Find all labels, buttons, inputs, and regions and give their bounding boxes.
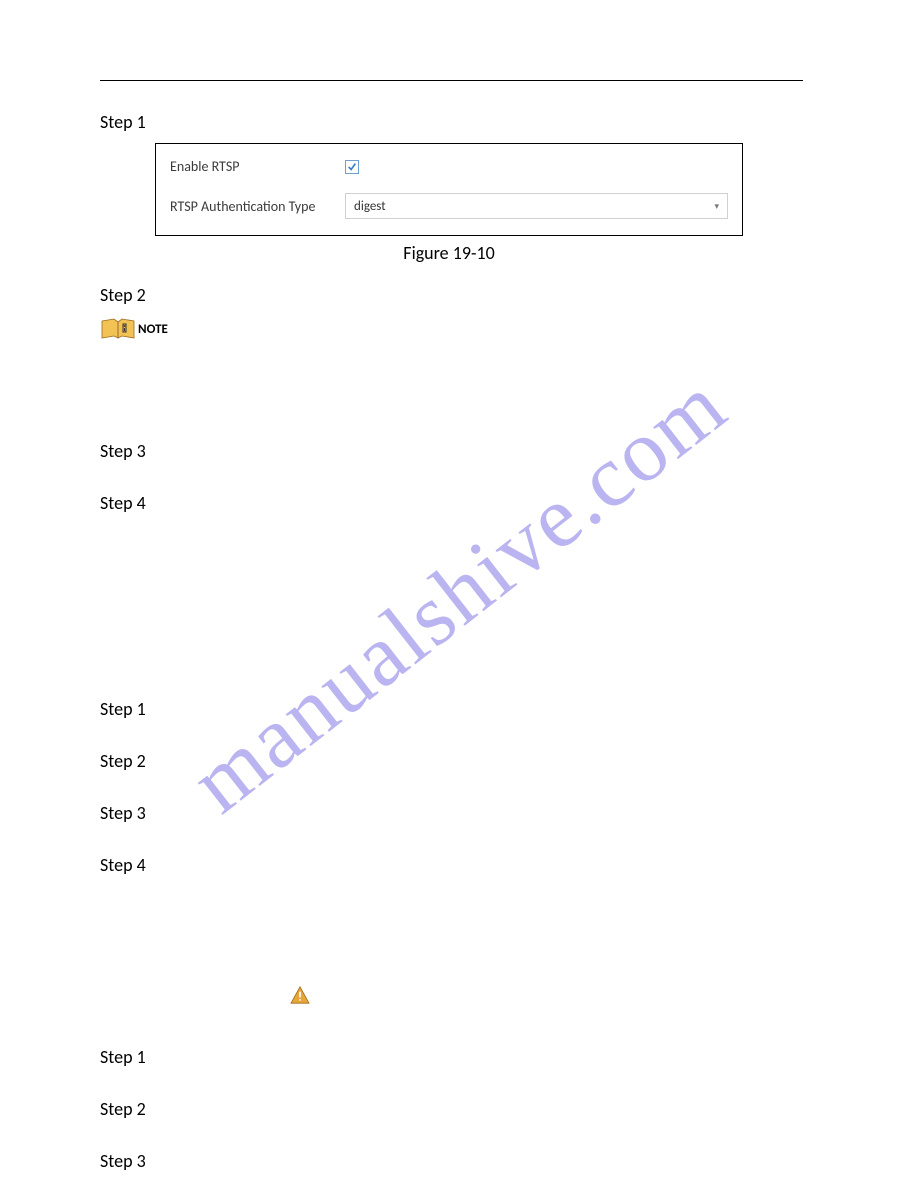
step-2b: Step 2 [100, 750, 803, 772]
horizontal-rule [100, 80, 803, 81]
step-2c: Step 2 [100, 1098, 803, 1120]
enable-rtsp-checkbox[interactable] [345, 160, 359, 174]
chevron-down-icon: ▾ [714, 201, 719, 212]
step-2a: Step 2 [100, 284, 803, 306]
auth-type-value: digest [354, 199, 386, 214]
step-1a: Step 1 [100, 111, 803, 133]
step-3b: Step 3 [100, 802, 803, 824]
step-1b: Step 1 [100, 698, 803, 720]
step-3a: Step 3 [100, 440, 803, 462]
enable-rtsp-label: Enable RTSP [170, 158, 345, 175]
note-icon [100, 318, 136, 340]
note-label: NOTE [138, 322, 168, 337]
warning-icon [290, 990, 310, 1009]
figure-caption: Figure 19-10 [155, 242, 743, 264]
step-4b: Step 4 [100, 854, 803, 876]
auth-type-label: RTSP Authentication Type [170, 198, 345, 215]
step-1c: Step 1 [100, 1046, 803, 1068]
settings-panel: Enable RTSP RTSP Authentication Type dig… [155, 143, 743, 236]
step-3c: Step 3 [100, 1150, 803, 1172]
step-4a: Step 4 [100, 492, 803, 514]
auth-type-select[interactable]: digest ▾ [345, 193, 728, 219]
note-block: NOTE [100, 318, 803, 340]
